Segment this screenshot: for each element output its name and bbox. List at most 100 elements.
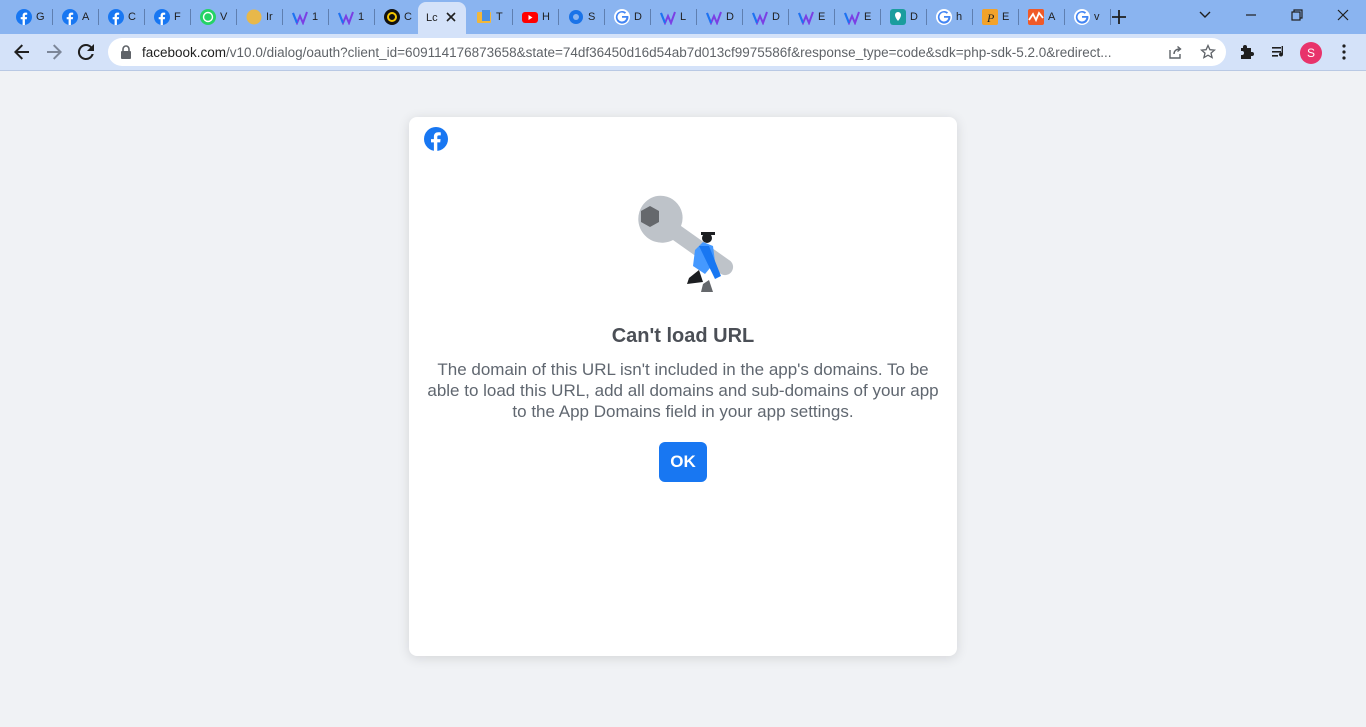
browser-tab[interactable]: D	[882, 5, 927, 29]
browser-tab[interactable]: H	[514, 5, 559, 29]
browser-tab[interactable]: C	[100, 5, 145, 29]
browser-tab[interactable]: A	[54, 5, 99, 29]
tab-title: C	[128, 11, 136, 23]
tab-separator	[558, 9, 559, 25]
restore-button[interactable]	[1274, 0, 1320, 30]
tab-title: G	[36, 11, 45, 23]
youtube-icon	[522, 9, 538, 25]
tab-separator	[236, 9, 237, 25]
tab-title: E	[818, 11, 826, 23]
arrow-right-icon	[47, 44, 62, 60]
google-icon	[1074, 9, 1090, 25]
browser-tab[interactable]: D	[698, 5, 743, 29]
tab-title: D	[910, 11, 918, 23]
browser-tab[interactable]: v	[1066, 5, 1111, 29]
tab-title: L	[680, 11, 687, 23]
new-tab-button[interactable]	[1108, 6, 1130, 28]
browser-tab[interactable]: D	[606, 5, 651, 29]
facebook-logo-icon	[424, 127, 448, 151]
ok-button[interactable]: OK	[659, 442, 707, 482]
extensions-button[interactable]	[1234, 39, 1260, 65]
tab-title: S	[588, 11, 596, 23]
file-icon	[476, 9, 492, 25]
wave-icon	[752, 9, 768, 25]
tab-separator	[282, 9, 283, 25]
browser-tab[interactable]: Ir	[238, 5, 283, 29]
wrench-illustration-icon	[638, 195, 734, 292]
address-bar[interactable]: facebook.com/v10.0/dialog/oauth?client_i…	[108, 38, 1226, 66]
tab-title: h	[956, 11, 963, 23]
close-icon	[1337, 9, 1349, 21]
media-control-button[interactable]	[1266, 39, 1292, 65]
q-icon	[384, 9, 400, 25]
back-button[interactable]	[9, 39, 35, 65]
google-icon	[614, 9, 630, 25]
wave-icon	[660, 9, 676, 25]
facebook-icon	[62, 9, 78, 25]
browser-menu-button[interactable]	[1331, 39, 1357, 65]
address-path: /v10.0/dialog/oauth?client_id=6091141768…	[226, 45, 1112, 60]
tab-title: v	[1094, 11, 1100, 23]
pulse-icon	[1028, 9, 1044, 25]
facebook-icon	[154, 9, 170, 25]
browser-tab[interactable]: E	[836, 5, 881, 29]
tab-title: H	[542, 11, 550, 23]
profile-avatar[interactable]: S	[1300, 42, 1322, 64]
reload-button[interactable]	[73, 39, 99, 65]
browser-tab[interactable]: 1	[284, 5, 329, 29]
tab-title: D	[634, 11, 642, 23]
tab-separator	[1064, 9, 1065, 25]
dialog-message: The domain of this URL isn't included in…	[427, 360, 939, 421]
tab-separator	[604, 9, 605, 25]
browser-tab[interactable]: T	[468, 5, 513, 29]
browser-tab[interactable]: G	[8, 5, 53, 29]
browser-tab[interactable]: 1	[330, 5, 375, 29]
browser-tab[interactable]: E	[790, 5, 835, 29]
tab-separator	[1018, 9, 1019, 25]
tab-title: E	[864, 11, 872, 23]
browser-tab[interactable]: Lc	[418, 2, 466, 34]
tab-separator	[880, 9, 881, 25]
tab-title: 1	[358, 11, 365, 23]
minimize-button[interactable]	[1228, 0, 1274, 30]
lock-icon	[121, 45, 131, 59]
tab-search-button[interactable]	[1182, 0, 1228, 30]
tab-title: A	[82, 11, 90, 23]
restore-icon	[1291, 9, 1303, 21]
browser-tab[interactable]: S	[560, 5, 605, 29]
browser-tab[interactable]: L	[652, 5, 697, 29]
tab-title: Lc	[426, 12, 438, 24]
browser-tab[interactable]: C	[376, 5, 421, 29]
tab-title: A	[1048, 11, 1056, 23]
forward-button[interactable]	[41, 39, 67, 65]
share-icon[interactable]	[1168, 45, 1183, 60]
tab-separator	[98, 9, 99, 25]
chevron-down-icon	[1199, 11, 1211, 18]
globe-icon	[568, 9, 584, 25]
puzzle-icon	[1241, 45, 1254, 59]
minimize-icon	[1246, 14, 1256, 16]
browser-tab[interactable]: h	[928, 5, 973, 29]
error-dialog: Can't load URL The domain of this URL is…	[409, 117, 957, 656]
tab-separator	[374, 9, 375, 25]
tab-separator	[972, 9, 973, 25]
browser-tab[interactable]: D	[744, 5, 789, 29]
wave-icon	[798, 9, 814, 25]
tab-strip: G A C F V Ir 1 1 C Lc T H S D L D D E E Dh P E Av	[0, 0, 1366, 34]
address-url[interactable]: facebook.com/v10.0/dialog/oauth?client_i…	[142, 45, 1162, 60]
tab-separator	[742, 9, 743, 25]
tab-separator	[696, 9, 697, 25]
browser-tab[interactable]: A	[1020, 5, 1065, 29]
browser-tab[interactable]: V	[192, 5, 237, 29]
wave-icon	[292, 9, 308, 25]
tab-separator	[788, 9, 789, 25]
browser-tab[interactable]: PE	[974, 5, 1019, 29]
wave-icon	[706, 9, 722, 25]
tab-close-icon[interactable]	[444, 10, 458, 24]
wave-icon	[844, 9, 860, 25]
browser-tab[interactable]: F	[146, 5, 191, 29]
address-host: facebook.com	[142, 45, 227, 60]
tab-title: T	[496, 11, 503, 23]
star-icon[interactable]	[1200, 44, 1216, 60]
close-window-button[interactable]	[1320, 0, 1366, 30]
